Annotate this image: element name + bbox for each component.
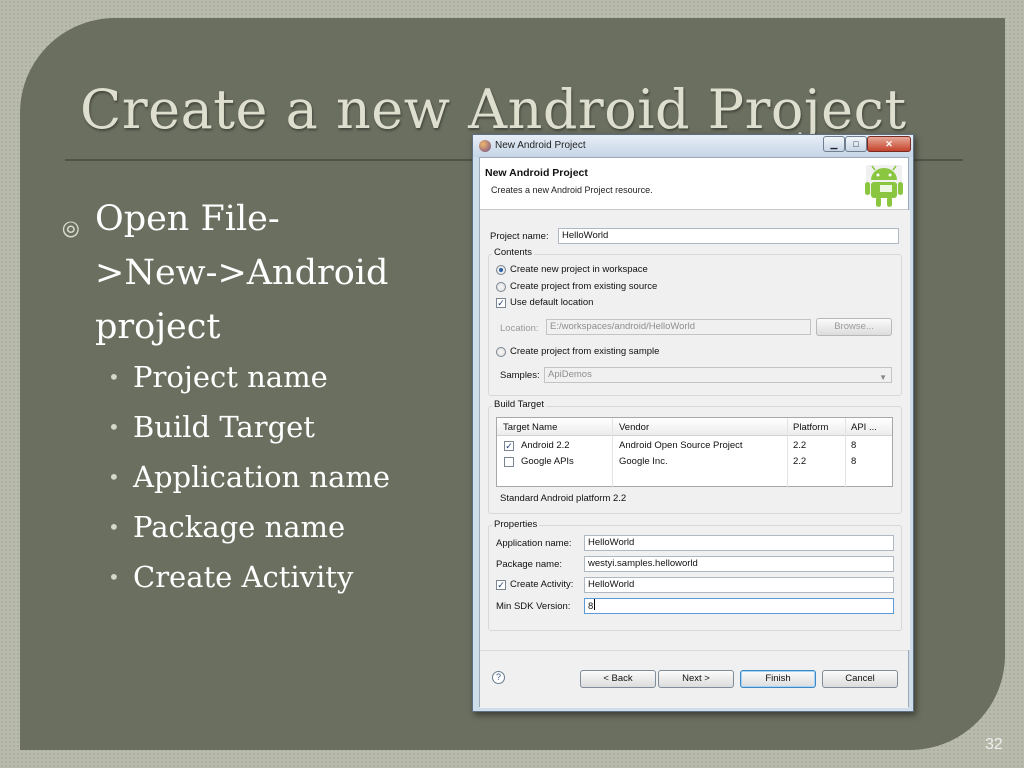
build-target-group-title: Build Target [492, 399, 546, 410]
minimize-button[interactable]: ▁ [823, 136, 845, 152]
target-name-cell: Google APIs [521, 456, 574, 467]
maximize-button[interactable]: □ [845, 136, 867, 152]
android-logo-icon [865, 165, 903, 207]
dialog-window-title: New Android Project [495, 140, 586, 151]
location-input[interactable]: E:/workspaces/android/HelloWorld [546, 319, 811, 335]
text-caret [594, 599, 596, 610]
use-default-location-label: Use default location [510, 297, 594, 308]
wizard-subtitle: Creates a new Android Project resource. [491, 185, 653, 195]
vendor-cell: Google Inc. [619, 456, 668, 467]
existing-sample-radio[interactable] [496, 347, 506, 357]
target-checkbox-google-apis[interactable] [504, 457, 514, 467]
dialog-titlebar[interactable]: New Android Project ▁ □ ✕ [473, 135, 913, 157]
vendor-cell: Android Open Source Project [619, 440, 743, 451]
wizard-title: New Android Project [485, 167, 588, 179]
properties-group-title: Properties [492, 519, 540, 530]
samples-label: Samples: [500, 370, 540, 381]
eclipse-icon [479, 140, 491, 152]
api-cell: 8 [851, 456, 857, 467]
project-name-label: Project name: [490, 231, 549, 242]
min-sdk-label: Min SDK Version: [496, 601, 571, 612]
main-bullet-line-1: Open File- [95, 199, 280, 239]
sub-bullet: • Application name [108, 460, 391, 494]
dropdown-arrow-icon: ▼ [879, 373, 887, 382]
build-target-description: Standard Android platform 2.2 [500, 493, 627, 504]
table-row[interactable]: ✓ Android 2.2 Android Open Source Projec… [497, 438, 892, 454]
browse-button[interactable]: Browse... [816, 318, 892, 336]
application-name-input[interactable]: HelloWorld [584, 535, 894, 551]
column-header-platform[interactable]: Platform [793, 422, 828, 433]
sub-bullet-list: • Project name • Build Target • Application… [108, 352, 390, 602]
main-bullet-line-3: project [95, 307, 221, 347]
help-icon[interactable]: ? [492, 671, 505, 684]
finish-button[interactable]: Finish [740, 670, 816, 688]
column-header-vendor[interactable]: Vendor [619, 422, 649, 433]
back-button[interactable]: < Back [580, 670, 656, 688]
samples-selected-value: ApiDemos [548, 369, 592, 380]
existing-source-label: Create project from existing source [510, 281, 658, 292]
use-default-location-checkbox[interactable]: ✓ [496, 298, 506, 308]
min-sdk-input[interactable]: 8 [584, 598, 894, 614]
api-cell: 8 [851, 440, 857, 451]
next-button[interactable]: Next > [658, 670, 734, 688]
existing-sample-label: Create project from existing sample [510, 346, 660, 357]
package-name-label: Package name: [496, 559, 563, 570]
cancel-button[interactable]: Cancel [822, 670, 898, 688]
create-activity-checkbox[interactable]: ✓ [496, 580, 506, 590]
platform-cell: 2.2 [793, 440, 807, 451]
table-row[interactable]: Google APIs Google Inc. 2.2 8 [497, 454, 892, 470]
contents-group-title: Contents [492, 247, 535, 258]
close-button[interactable]: ✕ [867, 136, 911, 152]
table-header: Target Name Vendor Platform API ... [497, 418, 892, 436]
wizard-header: New Android Project Creates a new Androi… [480, 158, 908, 210]
main-bullet: ⦾ Open File- >New->Android project [62, 192, 452, 354]
column-header-api[interactable]: API ... [851, 422, 877, 433]
platform-cell: 2.2 [793, 456, 807, 467]
package-name-input[interactable]: westyi.samples.helloworld [584, 556, 894, 572]
create-activity-input[interactable]: HelloWorld [584, 577, 894, 593]
bullet-marker-icon: ⦾ [62, 218, 80, 243]
sub-bullet: • Package name [108, 510, 346, 544]
build-target-table: Target Name Vendor Platform API ... ✓ An… [496, 417, 893, 488]
existing-source-radio[interactable] [496, 282, 506, 292]
sub-bullet: • Create Activity [108, 560, 354, 594]
project-name-input[interactable]: HelloWorld [558, 228, 899, 244]
new-android-project-dialog: New Android Project ▁ □ ✕ New Android Pr… [472, 134, 914, 712]
wizard-form: Project name: HelloWorld Contents Create… [484, 210, 910, 650]
sub-bullet: • Build Target [108, 410, 315, 444]
target-name-cell: Android 2.2 [521, 440, 570, 451]
main-bullet-line-2: >New->Android [95, 253, 389, 293]
page-number: 32 [985, 736, 1003, 753]
create-new-project-label: Create new project in workspace [510, 264, 648, 275]
column-header-target-name[interactable]: Target Name [503, 422, 557, 433]
sub-bullet: • Project name [108, 360, 328, 394]
create-new-project-radio[interactable] [496, 265, 506, 275]
slide-title: Create a new Android Project [80, 78, 907, 141]
application-name-label: Application name: [496, 538, 572, 549]
min-sdk-value: 8 [588, 601, 594, 612]
samples-dropdown[interactable]: ApiDemos ▼ [544, 367, 892, 383]
target-checkbox-android-2-2[interactable]: ✓ [504, 441, 514, 451]
wizard-button-bar: ? < Back Next > Finish Cancel [480, 650, 908, 708]
create-activity-label: Create Activity: [510, 579, 574, 590]
dialog-body: New Android Project Creates a new Androi… [479, 157, 910, 708]
location-label: Location: [500, 323, 539, 334]
